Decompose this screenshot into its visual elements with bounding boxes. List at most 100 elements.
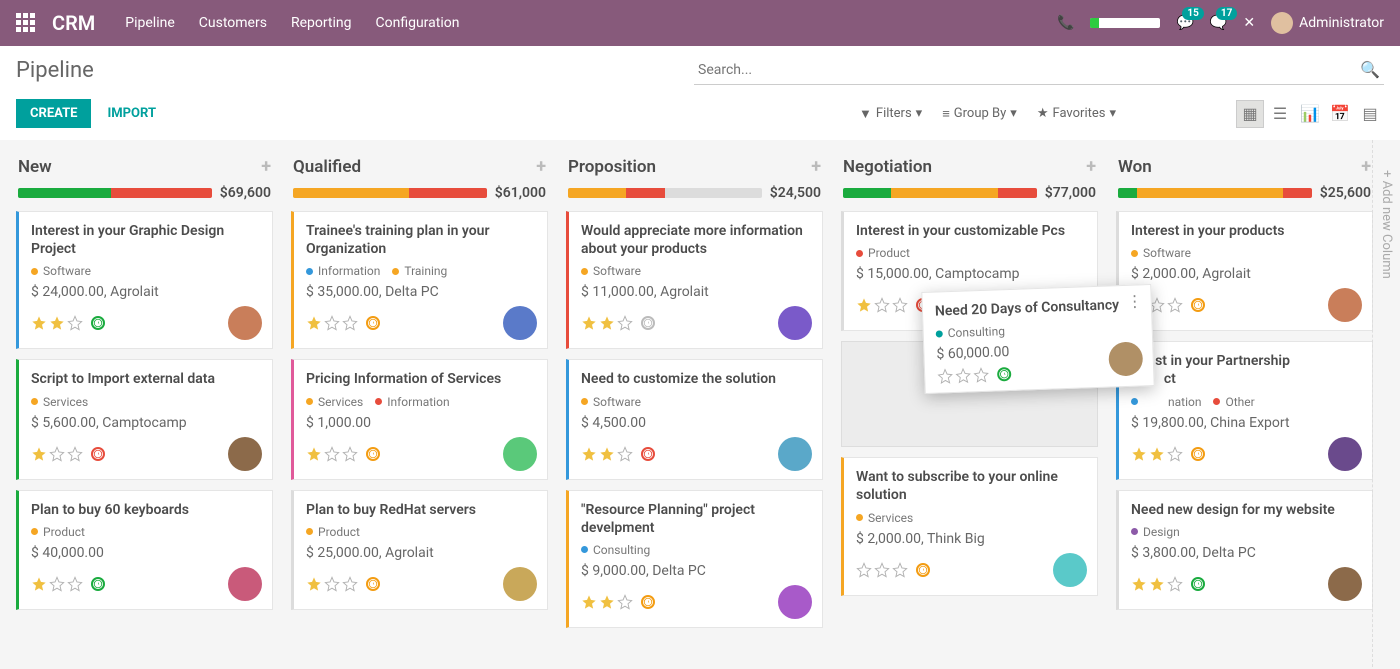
- menu-reporting[interactable]: Reporting: [291, 15, 352, 31]
- priority-star[interactable]: [581, 594, 597, 610]
- close-icon[interactable]: ✕: [1243, 15, 1255, 31]
- card-avatar[interactable]: [1053, 553, 1087, 587]
- kanban-card[interactable]: Pricing Information of Services Services…: [291, 359, 548, 479]
- calendar-view-button[interactable]: 📅: [1326, 100, 1354, 128]
- priority-star[interactable]: [1167, 576, 1183, 592]
- priority-star[interactable]: [617, 446, 633, 462]
- priority-star[interactable]: [1131, 446, 1147, 462]
- card-avatar[interactable]: [1328, 288, 1362, 322]
- kanban-card[interactable]: "Resource Planning" project develpment C…: [566, 490, 823, 628]
- user-menu[interactable]: Administrator: [1271, 12, 1384, 34]
- priority-star[interactable]: [1167, 446, 1183, 462]
- activity-indicator[interactable]: [997, 367, 1011, 381]
- kanban-card[interactable]: Trainee's training plan in your Organiza…: [291, 211, 548, 349]
- menu-pipeline[interactable]: Pipeline: [125, 15, 175, 31]
- priority-star[interactable]: [49, 446, 65, 462]
- column-header[interactable]: Negotiation +: [837, 152, 1102, 181]
- progress-bar[interactable]: [568, 188, 762, 198]
- priority-star[interactable]: [324, 315, 340, 331]
- progress-bar[interactable]: [18, 188, 212, 198]
- menu-config[interactable]: Configuration: [376, 15, 460, 31]
- import-button[interactable]: IMPORT: [107, 106, 156, 121]
- activity-indicator[interactable]: [641, 595, 655, 609]
- priority-star[interactable]: [874, 562, 890, 578]
- progress-bar[interactable]: [293, 188, 487, 198]
- priority-star[interactable]: [599, 446, 615, 462]
- favorites-dropdown[interactable]: ★Favorites▾: [1037, 106, 1116, 122]
- progress-bar[interactable]: [843, 188, 1037, 198]
- activity-indicator[interactable]: [91, 447, 105, 461]
- search-input[interactable]: [694, 56, 1384, 85]
- activity-indicator[interactable]: [91, 316, 105, 330]
- priority-star[interactable]: [937, 368, 954, 385]
- priority-star[interactable]: [973, 367, 990, 384]
- activity-indicator[interactable]: [366, 577, 380, 591]
- kanban-card[interactable]: Would appreciate more information about …: [566, 211, 823, 349]
- priority-star[interactable]: [955, 368, 972, 385]
- priority-star[interactable]: [49, 315, 65, 331]
- activity-indicator[interactable]: [1191, 447, 1205, 461]
- card-avatar[interactable]: [503, 437, 537, 471]
- priority-star[interactable]: [67, 315, 83, 331]
- kanban-card[interactable]: Script to Import external data Services …: [16, 359, 273, 479]
- priority-star[interactable]: [892, 297, 908, 313]
- kanban-card[interactable]: Need new design for my website Design $ …: [1116, 490, 1373, 610]
- activity-indicator[interactable]: [1191, 298, 1205, 312]
- column-add-button[interactable]: +: [1361, 156, 1371, 177]
- priority-star[interactable]: [874, 297, 890, 313]
- priority-star[interactable]: [67, 446, 83, 462]
- priority-star[interactable]: [599, 594, 615, 610]
- priority-star[interactable]: [67, 576, 83, 592]
- priority-star[interactable]: [324, 576, 340, 592]
- priority-star[interactable]: [49, 576, 65, 592]
- priority-star[interactable]: [581, 446, 597, 462]
- column-header[interactable]: Qualified +: [287, 152, 552, 181]
- groupby-dropdown[interactable]: ≡Group By▾: [942, 106, 1017, 122]
- priority-star[interactable]: [581, 315, 597, 331]
- pivot-view-button[interactable]: ▤: [1356, 100, 1384, 128]
- activity-indicator[interactable]: [366, 316, 380, 330]
- priority-star[interactable]: [892, 562, 908, 578]
- kanban-card[interactable]: Plan to buy 60 keyboards Product $ 40,00…: [16, 490, 273, 610]
- graph-view-button[interactable]: 📊: [1296, 100, 1324, 128]
- column-add-button[interactable]: +: [536, 156, 546, 177]
- filters-dropdown[interactable]: ▼Filters▾: [859, 106, 922, 122]
- card-avatar[interactable]: [503, 306, 537, 340]
- card-avatar[interactable]: [228, 306, 262, 340]
- priority-star[interactable]: [324, 446, 340, 462]
- card-menu-icon[interactable]: ⋮: [1126, 291, 1143, 311]
- list-view-button[interactable]: ☰: [1266, 100, 1294, 128]
- kanban-view-button[interactable]: ▦: [1236, 100, 1264, 128]
- priority-star[interactable]: [617, 594, 633, 610]
- priority-star[interactable]: [617, 315, 633, 331]
- activity-indicator[interactable]: [1191, 577, 1205, 591]
- progress-bar[interactable]: [1118, 188, 1312, 198]
- column-header[interactable]: Proposition +: [562, 152, 827, 181]
- card-avatar[interactable]: [228, 437, 262, 471]
- priority-star[interactable]: [31, 315, 47, 331]
- activity-indicator[interactable]: [91, 577, 105, 591]
- activity-indicator[interactable]: [641, 316, 655, 330]
- card-avatar[interactable]: [778, 437, 812, 471]
- priority-star[interactable]: [31, 576, 47, 592]
- create-button[interactable]: CREATE: [16, 99, 91, 128]
- column-header[interactable]: Won +: [1112, 152, 1377, 181]
- activity-indicator[interactable]: [916, 563, 930, 577]
- priority-star[interactable]: [1131, 576, 1147, 592]
- column-header[interactable]: New +: [12, 152, 277, 181]
- column-add-button[interactable]: +: [811, 156, 821, 177]
- priority-star[interactable]: [31, 446, 47, 462]
- kanban-card[interactable]: Interest in your Graphic Design Project …: [16, 211, 273, 349]
- card-avatar[interactable]: [1328, 567, 1362, 601]
- activity-indicator[interactable]: [641, 447, 655, 461]
- search-icon[interactable]: 🔍: [1360, 60, 1380, 79]
- priority-star[interactable]: [342, 315, 358, 331]
- priority-star[interactable]: [306, 446, 322, 462]
- column-add-button[interactable]: +: [261, 156, 271, 177]
- priority-star[interactable]: [306, 315, 322, 331]
- priority-star[interactable]: [856, 297, 872, 313]
- column-add-button[interactable]: +: [1086, 156, 1096, 177]
- discuss-icon[interactable]: 🗨️17: [1210, 15, 1227, 31]
- kanban-card[interactable]: Plan to buy RedHat servers Product $ 25,…: [291, 490, 548, 610]
- card-avatar[interactable]: [778, 585, 812, 619]
